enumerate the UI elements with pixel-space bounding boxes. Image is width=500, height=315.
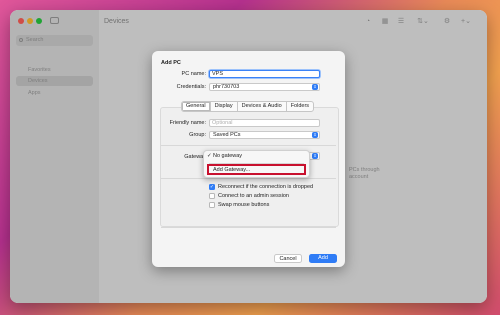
dialog-title: Add PC: [161, 60, 181, 66]
tab-display[interactable]: Display: [211, 102, 238, 111]
tab-bar: General Display Devices & Audio Folders: [181, 101, 315, 112]
tab-folders[interactable]: Folders: [287, 102, 313, 111]
credentials-value: phr730703: [213, 84, 240, 90]
highlight-box: [207, 164, 306, 175]
swap-mouse-label: Swap mouse buttons: [218, 202, 270, 208]
section-divider: [161, 178, 336, 179]
chevron-updown-icon: ⇕: [312, 84, 318, 90]
credentials-label: Credentials:: [176, 84, 206, 90]
group-select[interactable]: Saved PCs ⇕: [209, 131, 320, 139]
section-divider: [161, 227, 336, 228]
group-label: Group:: [189, 132, 206, 138]
chevron-updown-icon: ⇕: [312, 153, 318, 159]
menu-item-no-gateway[interactable]: ✓ No gateway: [204, 152, 309, 160]
menu-item-label: No gateway: [213, 153, 243, 159]
reconnect-checkbox[interactable]: ✓: [209, 184, 215, 190]
tab-devices-audio[interactable]: Devices & Audio: [238, 102, 287, 111]
tab-general[interactable]: General: [182, 102, 211, 111]
cancel-button[interactable]: Cancel: [274, 254, 302, 263]
swap-mouse-checkbox[interactable]: [209, 202, 215, 208]
pc-name-label: PC name:: [181, 71, 206, 77]
add-button[interactable]: Add: [309, 254, 337, 263]
admin-session-label: Connect to an admin session: [218, 193, 289, 199]
friendly-name-placeholder: Optional: [212, 120, 233, 126]
reconnect-label: Reconnect if the connection is dropped: [218, 184, 314, 190]
pc-name-input[interactable]: VPS: [209, 70, 320, 78]
friendly-name-label: Friendly name:: [169, 120, 206, 126]
credentials-select[interactable]: phr730703 ⇕: [209, 83, 320, 91]
section-divider: [161, 145, 336, 146]
admin-session-checkbox[interactable]: [209, 193, 215, 199]
group-value: Saved PCs: [213, 132, 241, 138]
chevron-updown-icon: ⇕: [312, 132, 318, 138]
friendly-name-input[interactable]: Optional: [209, 119, 320, 127]
gateway-label: Gateway: [184, 154, 206, 160]
checkmark-icon: ✓: [207, 153, 212, 159]
